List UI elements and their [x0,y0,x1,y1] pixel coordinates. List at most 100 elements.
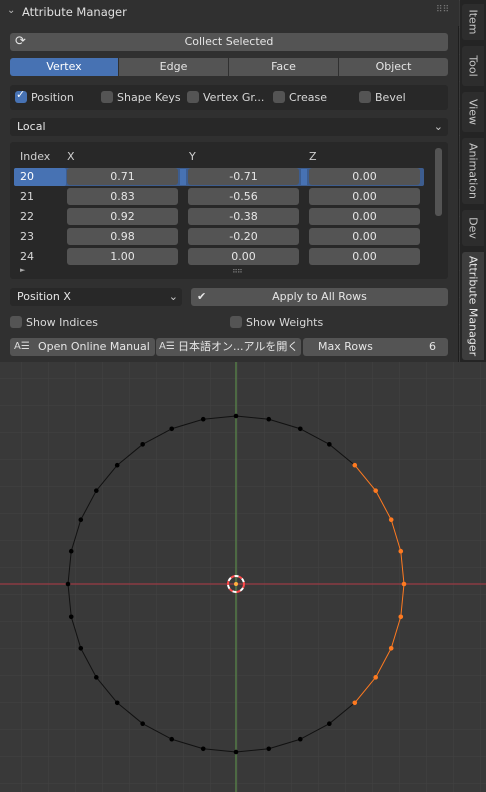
space-dropdown[interactable]: Local ⌄ [10,118,448,136]
attribute-manager-panel: ⌄ Attribute Manager ⠿⠿ ⟳ Collect Selecte… [0,0,459,362]
cell-z[interactable]: 0.00 [309,168,420,185]
mesh-vertex[interactable] [140,721,145,726]
apply-to-all-rows-button[interactable]: ✔ Apply to All Rows [191,288,448,306]
mode-face-button[interactable]: Face [229,58,338,76]
resize-grip-icon[interactable]: ⠶⠶ [232,266,243,275]
mesh-vertex[interactable] [373,675,378,680]
bevel-label: Bevel [375,91,406,104]
crease-label: Crease [289,91,327,104]
max-rows-field[interactable]: Max Rows 6 [303,338,448,356]
manual-en-label: Open Online Manual [38,340,150,353]
cell-x[interactable]: 0.92 [67,208,178,225]
mesh-vertex[interactable] [200,416,206,422]
cell-y[interactable]: -0.20 [188,228,299,245]
mesh-vertex[interactable] [169,426,175,432]
mode-edge-button[interactable]: Edge [119,58,228,76]
mesh-vertex[interactable] [114,700,120,706]
mesh-vertex[interactable] [373,488,378,493]
show-weights-checkbox[interactable] [230,316,242,328]
mesh-vertex[interactable] [401,581,407,587]
mesh-vertex[interactable] [388,645,394,651]
cell-y[interactable]: 0.00 [188,248,299,265]
cell-z[interactable]: 0.00 [309,188,420,205]
expand-arrow-icon[interactable]: ► [20,266,25,274]
mesh-vertex[interactable] [266,416,272,422]
max-rows-label: Max Rows [318,340,373,353]
tab-animation[interactable]: Animation [462,138,484,204]
panel-title: Attribute Manager [22,5,127,19]
cell-y[interactable]: -0.38 [188,208,299,225]
tab-label: Animation [466,142,480,200]
mesh-vertex[interactable] [266,746,272,752]
collapse-chevron-icon[interactable]: ⌄ [7,5,15,16]
mesh-vertex[interactable] [297,736,303,742]
tab-tool[interactable]: Tool [462,46,484,86]
tab-attribute-manager[interactable]: Attribute Manager [462,252,484,360]
cell-x[interactable]: 0.98 [67,228,178,245]
tab-dev[interactable]: Dev [462,210,484,246]
mesh-vertex[interactable] [68,548,74,554]
collect-selected-label: Collect Selected [184,35,274,48]
tab-label: Item [466,9,480,35]
mode-vertex-button[interactable]: Vertex [10,58,118,76]
mode-label: Face [271,60,296,73]
mesh-vertex[interactable] [114,462,120,468]
mesh-vertex[interactable] [78,517,84,523]
open-online-manual-button[interactable]: A☰ Open Online Manual [10,338,155,356]
mesh-vertex[interactable] [169,736,175,742]
cell-x[interactable]: 1.00 [67,248,178,265]
mesh-vertex[interactable] [233,413,239,419]
mode-label: Edge [159,60,188,73]
chevron-down-icon: ⌄ [168,290,178,303]
mesh-vertex[interactable] [398,614,404,620]
mesh-vertex[interactable] [78,645,84,651]
vertex-groups-checkbox[interactable] [187,91,199,103]
tab-label: View [466,98,480,126]
mesh-vertex[interactable] [297,426,303,432]
table-scrollbar[interactable] [435,148,442,216]
shape-keys-checkbox[interactable] [101,91,113,103]
target-attribute-dropdown[interactable]: Position X ⌄ [10,288,182,306]
mesh-vertex[interactable] [94,488,99,493]
tab-item[interactable]: Item [462,4,484,40]
collect-selected-button[interactable]: ⟳ Collect Selected [10,33,448,51]
mode-object-button[interactable]: Object [339,58,448,76]
tab-label: Attribute Manager [466,255,480,357]
mesh-vertex[interactable] [94,675,99,680]
row-marker [301,169,307,185]
bevel-checkbox[interactable] [359,91,371,103]
cell-y[interactable]: -0.56 [188,188,299,205]
header-x: X [67,150,75,163]
mesh-vertex[interactable] [65,581,71,587]
cell-x[interactable]: 0.83 [67,188,178,205]
apply-label: Apply to All Rows [272,290,367,303]
show-indices-checkbox[interactable] [10,316,22,328]
mesh-vertex[interactable] [352,700,358,706]
row-marker [180,169,186,185]
row-index: 20 [20,170,34,183]
position-checkbox[interactable] [15,88,27,103]
tab-view[interactable]: View [462,92,484,132]
mesh-vertex[interactable] [233,749,239,755]
crease-checkbox[interactable] [273,91,285,103]
drag-grip-icon[interactable]: ⠿⠿ [436,6,449,15]
manual-ja-label: 日本語オン...アルを開く [178,340,299,353]
cell-z[interactable]: 0.00 [309,248,420,265]
mesh-vertex[interactable] [140,442,145,447]
cell-z[interactable]: 0.00 [309,228,420,245]
shape-keys-label: Shape Keys [117,91,181,104]
position-label: Position [31,91,74,104]
mesh-vertex[interactable] [398,548,404,554]
mesh-vertex[interactable] [352,462,358,468]
mesh-vertex[interactable] [327,721,332,726]
mesh-vertex[interactable] [68,614,74,620]
cell-y[interactable]: -0.71 [188,168,299,185]
mesh-vertex[interactable] [388,517,394,523]
mesh-vertex[interactable] [200,746,206,752]
header-y: Y [189,150,196,163]
cell-z[interactable]: 0.00 [309,208,420,225]
open-japanese-manual-button[interactable]: A☰ 日本語オン...アルを開く [156,338,301,356]
mesh-vertex[interactable] [327,442,332,447]
space-value: Local [17,120,46,133]
cell-x[interactable]: 0.71 [67,168,178,185]
